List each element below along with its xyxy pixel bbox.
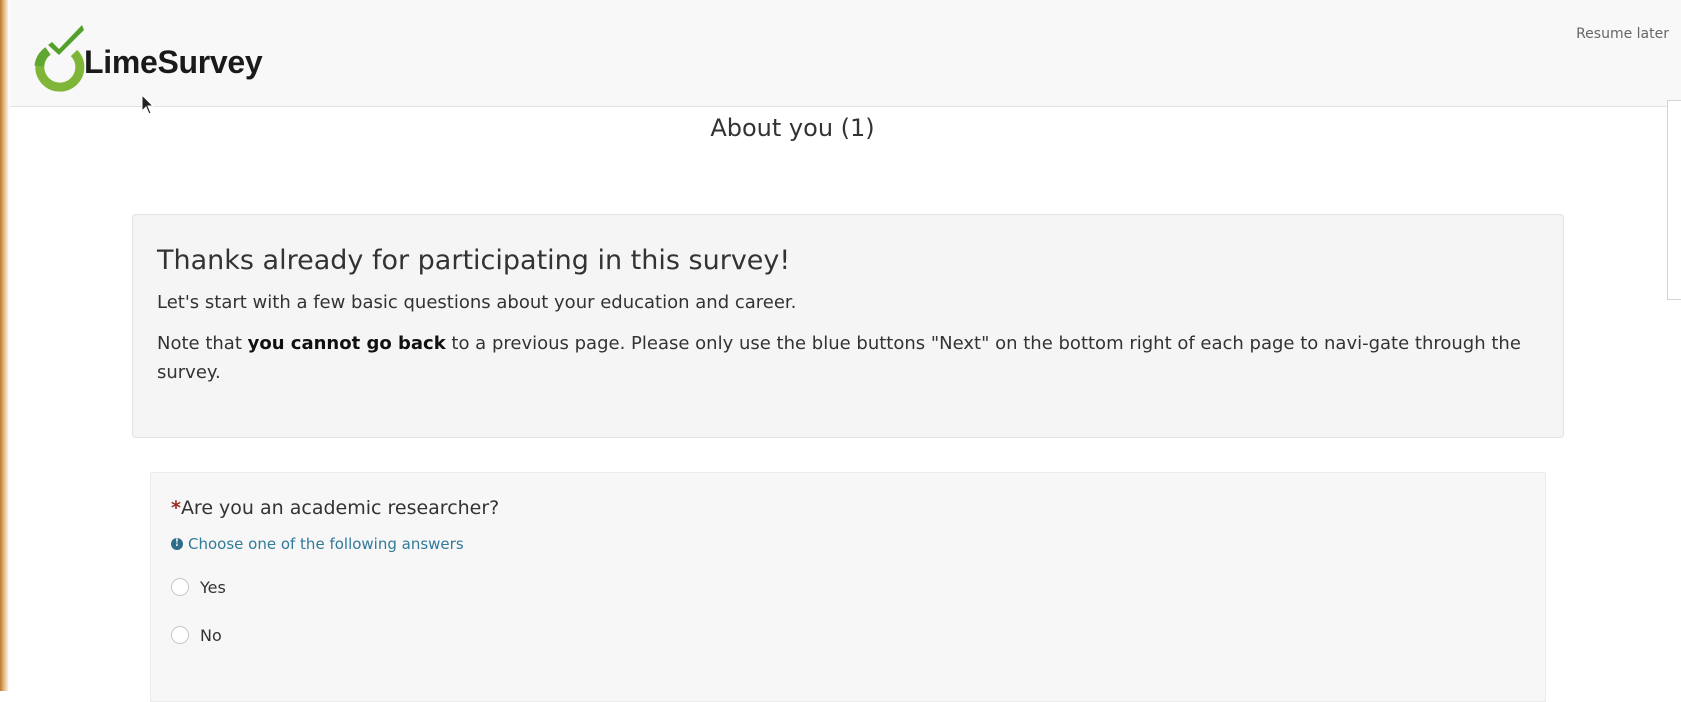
limesurvey-logo-icon [34,25,85,92]
note-text-start: Note that [157,333,248,354]
radio-button-yes[interactable] [171,578,189,596]
brand-name: LimeSurvey [84,43,263,80]
radio-button-no[interactable] [171,626,189,644]
scrollbar[interactable] [1667,100,1681,300]
answer-label-no[interactable]: No [200,626,222,645]
group-description: Thanks already for participating in this… [132,214,1564,438]
brand[interactable]: LimeSurvey [26,22,263,94]
answer-label-yes[interactable]: Yes [200,578,226,597]
info-circle-icon: ! [171,538,183,550]
group-title: About you (1) [710,114,875,142]
window-left-edge [0,0,10,691]
resume-later-link[interactable]: Resume later [1576,26,1669,42]
answer-option-no[interactable]: No [171,621,1525,649]
survey-navbar: LimeSurvey Resume later [10,0,1681,107]
note-emphasis: you cannot go back [247,333,446,354]
group-heading: Thanks already for participating in this… [157,245,791,276]
question-title: *Are you an academic researcher? [171,497,1525,519]
help-text: Choose one of the following answers [188,535,464,553]
group-note: Note that you cannot go back to a previo… [157,329,1539,387]
group-intro: Let's start with a few basic questions a… [157,292,797,313]
answer-option-yes[interactable]: Yes [171,573,1525,601]
mandatory-asterisk: * [171,497,181,519]
question-container: *Are you an academic researcher? ! Choos… [150,472,1546,702]
mouse-cursor-icon [141,94,155,115]
question-text: Are you an academic researcher? [180,497,500,519]
question-help: ! Choose one of the following answers [171,535,1525,553]
